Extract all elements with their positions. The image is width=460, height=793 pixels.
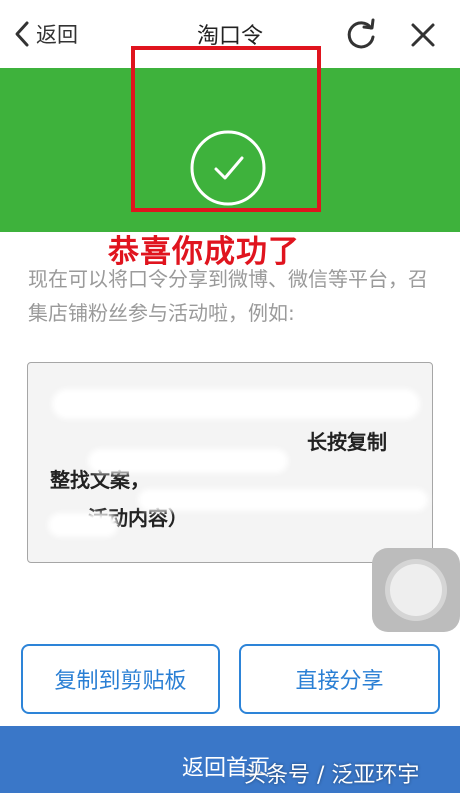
annotation-box [131, 46, 321, 212]
intro-text: 现在可以将口令分享到微博、微信等平台，召集店铺粉丝参与活动啦，例如: [28, 267, 428, 325]
redaction-smear [48, 513, 118, 537]
assistive-touch-icon[interactable] [372, 548, 460, 632]
code-preview-box: 长按复制 整找文案， 活动内容） [27, 362, 433, 563]
assistive-touch-ring [390, 564, 442, 616]
watermark: 头条号 / 泛亚环宇 [244, 763, 420, 788]
redaction-smear [52, 389, 420, 419]
redaction-smear [138, 489, 428, 511]
copy-to-clipboard-button[interactable]: 复制到剪贴板 [21, 644, 220, 714]
close-icon[interactable] [406, 18, 440, 52]
footer-bar: 返回首页 头条号 / 泛亚环宇 [0, 726, 460, 793]
refresh-icon[interactable] [344, 18, 378, 52]
redaction-smear [88, 449, 288, 473]
direct-share-button[interactable]: 直接分享 [239, 644, 440, 714]
